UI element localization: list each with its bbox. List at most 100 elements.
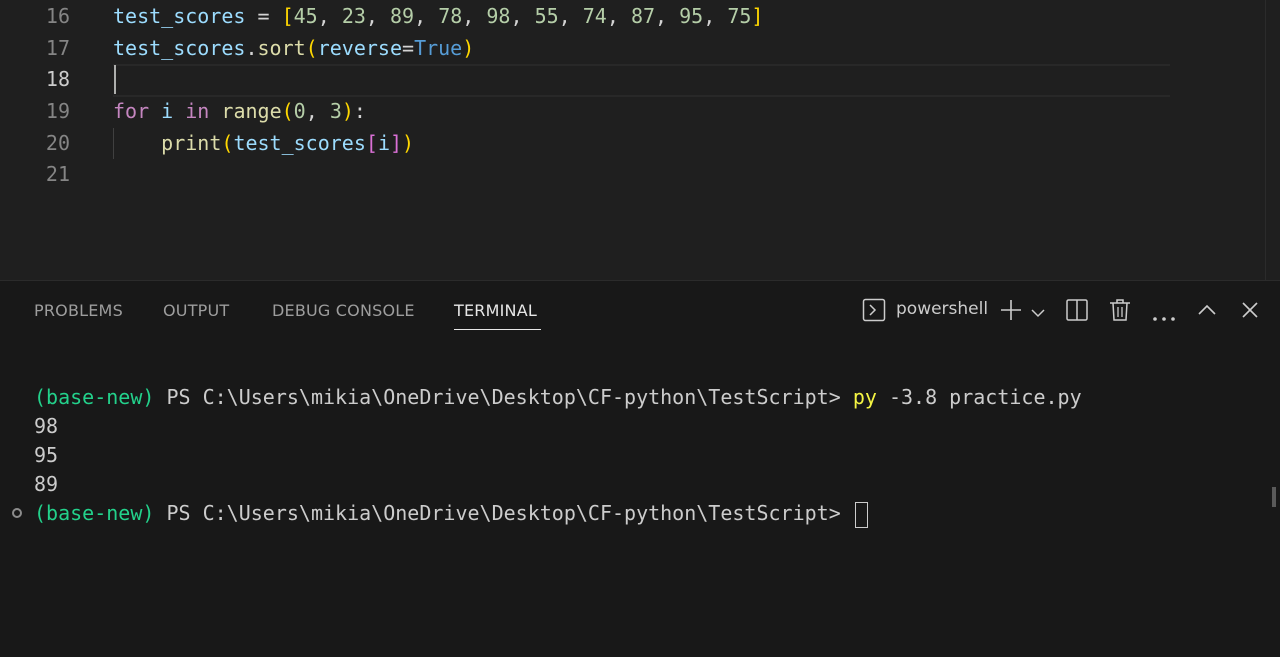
code-token: ]: [389, 131, 403, 155]
plus-icon: [999, 298, 1023, 326]
output-line: 95: [34, 443, 59, 467]
code-token: ): [402, 131, 415, 155]
code-token: for: [113, 99, 150, 123]
line-number: 16: [45, 4, 70, 28]
code-token: print: [161, 131, 222, 155]
code-token: ,: [365, 4, 390, 28]
code-token: in: [185, 99, 210, 123]
close-icon: [1240, 300, 1260, 324]
code-token: (: [305, 36, 318, 60]
chevron-down-icon: [1030, 304, 1046, 323]
code-token: range: [221, 99, 282, 123]
code-token: i: [161, 99, 174, 123]
code-token: 98: [486, 4, 511, 28]
conda-env: (base-new): [34, 385, 155, 409]
code-token: 55: [534, 4, 559, 28]
kill-terminal-button[interactable]: [1109, 295, 1131, 325]
command-name: py: [852, 385, 877, 409]
close-panel-button[interactable]: [1240, 295, 1260, 325]
split-panel-icon: [1066, 299, 1088, 325]
line-number: 19: [45, 99, 70, 123]
split-terminal-button[interactable]: [1066, 295, 1090, 325]
terminal-scrollbar[interactable]: [1272, 487, 1276, 507]
code-text: test_scores = [45, 23, 89, 78, 98, 55, 7…: [113, 1, 763, 32]
ellipsis-icon: [1152, 307, 1176, 326]
bottom-panel: PROBLEMS OUTPUT DEBUG CONSOLE TERMINAL p…: [0, 280, 1280, 657]
code-line: 21: [0, 159, 1280, 190]
line-number: 21: [45, 162, 70, 186]
code-token: ,: [317, 4, 342, 28]
code-token: 75: [727, 4, 752, 28]
code-token: [: [365, 131, 378, 155]
prompt-path: PS C:\Users\mikia\OneDrive\Desktop\CF-py…: [154, 501, 853, 525]
code-token: test_scores: [113, 4, 246, 28]
code-token: reverse: [317, 36, 403, 60]
code-token: sort: [257, 36, 306, 60]
code-token: 45: [293, 4, 318, 28]
prompt-path: PS C:\Users\mikia\OneDrive\Desktop\CF-py…: [154, 385, 853, 409]
code-token: ,: [414, 4, 439, 28]
terminal-dropdown-button[interactable]: [1030, 295, 1048, 325]
code-token: =: [402, 36, 415, 60]
new-terminal-button[interactable]: [999, 295, 1025, 325]
code-token: ): [462, 36, 475, 60]
command-decoration-icon[interactable]: [12, 508, 22, 518]
code-token: ,: [655, 4, 680, 28]
terminal-cursor: [854, 501, 868, 528]
code-token: 95: [679, 4, 704, 28]
code-token: 0: [293, 99, 306, 123]
code-token: 74: [582, 4, 607, 28]
code-token: ,: [703, 4, 728, 28]
code-editor[interactable]: 16 test_scores = [45, 23, 89, 78, 98, 55,…: [0, 0, 1280, 280]
code-token: 23: [341, 4, 366, 28]
code-token: 3: [329, 99, 342, 123]
code-token: .: [245, 36, 258, 60]
text-caret: [114, 65, 116, 94]
code-token: test_scores: [113, 36, 246, 60]
code-token: ,: [305, 99, 330, 123]
code-text: for i in range(0, 3):: [113, 96, 366, 127]
indent-guide: [113, 128, 114, 159]
code-token: =: [245, 4, 282, 28]
line-number: 17: [45, 36, 70, 60]
code-text: print(test_scores[i]): [113, 128, 414, 159]
code-token: ): [341, 99, 354, 123]
code-token: 78: [438, 4, 463, 28]
more-actions-button[interactable]: [1152, 295, 1176, 325]
code-token: test_scores: [233, 131, 366, 155]
terminal-prompt-line: (base-new) PS C:\Users\mikia\OneDrive\De…: [34, 499, 868, 528]
code-token: ,: [606, 4, 631, 28]
code-token: 87: [630, 4, 656, 28]
maximize-panel-button[interactable]: [1197, 295, 1219, 325]
panel-actions: powershell: [0, 295, 1280, 325]
code-token: (: [281, 99, 294, 123]
code-token: [: [281, 4, 294, 28]
output-line: 89: [34, 472, 59, 496]
chevron-up-icon: [1197, 302, 1217, 321]
code-line: 16 test_scores = [45, 23, 89, 78, 98, 55,…: [0, 1, 1280, 32]
code-line: 20 print(test_scores[i]): [0, 128, 1280, 159]
code-token: :: [353, 99, 366, 123]
code-token: ,: [510, 4, 535, 28]
command-args: -3.8 practice.py: [876, 385, 1082, 409]
line-number: 18: [45, 67, 70, 91]
code-line: 17 test_scores.sort(reverse=True): [0, 33, 1280, 64]
code-text: test_scores.sort(reverse=True): [113, 33, 474, 64]
code-line: 19 for i in range(0, 3):: [0, 96, 1280, 127]
terminal-shell-selector[interactable]: powershell: [862, 295, 1012, 325]
code-token: ]: [751, 4, 764, 28]
conda-env: (base-new): [34, 501, 155, 525]
current-line-highlight: [113, 64, 1170, 97]
editor-scrollbar[interactable]: [1265, 0, 1280, 280]
code-token: i: [377, 131, 390, 155]
output-line: 98: [34, 414, 59, 438]
line-number: 20: [45, 131, 70, 155]
trash-icon: [1109, 298, 1131, 326]
code-token: True: [414, 36, 463, 60]
code-token: ,: [462, 4, 487, 28]
terminal-prompt-icon: [862, 298, 886, 326]
shell-name: powershell: [896, 299, 989, 319]
